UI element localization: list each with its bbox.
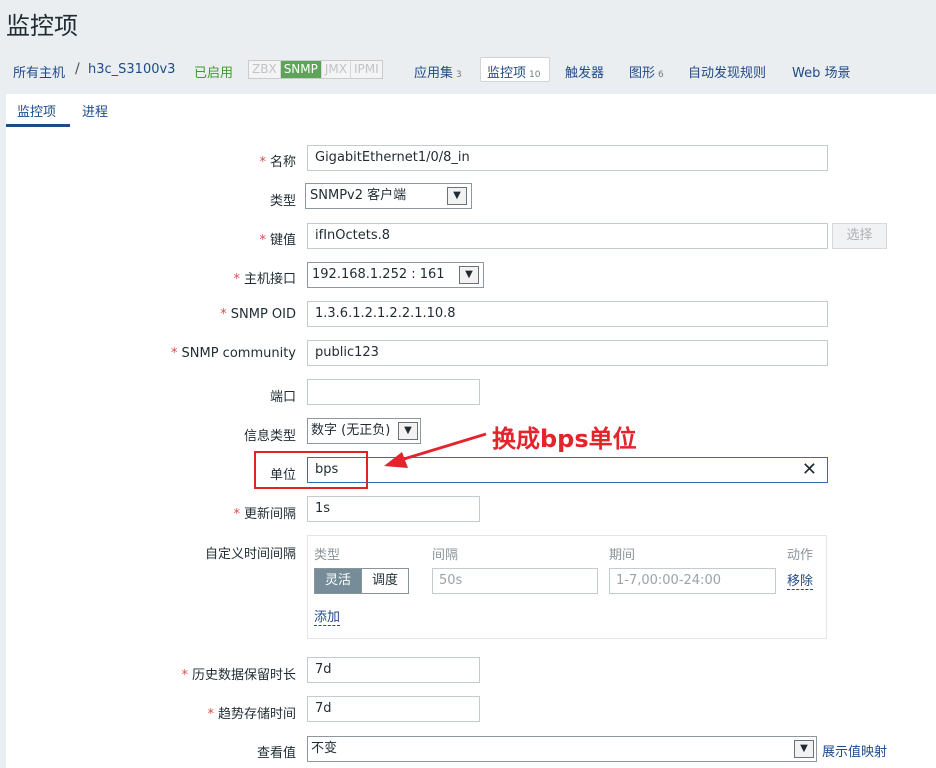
protocol-zbx: ZBX — [249, 61, 281, 78]
trends-label: * 趋势存储时间 — [207, 707, 296, 722]
add-link[interactable]: 添加 — [314, 610, 341, 626]
community-label: * SNMP community — [171, 346, 296, 361]
page-title: 监控项 — [6, 12, 78, 40]
key-input[interactable]: ifInOctets.8 — [307, 223, 828, 249]
oid-label: * SNMP OID — [220, 307, 296, 322]
active-tab-indicator — [6, 124, 70, 127]
nav-web[interactable]: Web 场景 — [792, 62, 850, 81]
nav-triggers[interactable]: 触发器 — [565, 62, 604, 81]
header-period: 期间 — [609, 548, 636, 563]
show-value-mappings-link[interactable]: 展示值映射 — [822, 741, 887, 760]
trends-input[interactable]: 7d — [307, 696, 480, 722]
type-select-value: SNMPv2 客户端 — [310, 188, 407, 203]
header-action: 动作 — [787, 548, 814, 563]
status-enabled[interactable]: 已启用 — [194, 62, 233, 81]
key-select-button[interactable]: 选择 — [832, 223, 887, 249]
annotation-text: 换成bps单位 — [492, 425, 637, 453]
valuemap-label: 查看值 — [256, 746, 296, 761]
info-type-select-value: 数字 (无正负) — [311, 423, 391, 438]
protocol-ipmi: IPMI — [354, 62, 379, 76]
period-input[interactable]: 1-7,00:00-24:00 — [609, 568, 776, 594]
interface-select[interactable]: 192.168.1.252 : 161 ▼ — [307, 262, 484, 288]
name-label: * 名称 — [259, 155, 296, 170]
valuemap-select-value: 不变 — [311, 741, 338, 756]
chevron-down-icon: ▼ — [794, 740, 814, 758]
breadcrumb-all-hosts[interactable]: 所有主机 — [13, 62, 65, 81]
nav-graphs[interactable]: 图形 6 — [629, 62, 664, 81]
community-input[interactable]: public123 — [307, 340, 828, 366]
protocol-snmp: SNMP — [280, 61, 322, 78]
interval-type-toggle: 灵活 调度 — [314, 568, 410, 594]
scheduling-button[interactable]: 调度 — [361, 569, 409, 593]
history-input[interactable]: 7d — [307, 657, 480, 683]
type-select[interactable]: SNMPv2 客户端 ▼ — [305, 183, 472, 209]
type-label: 类型 — [269, 194, 296, 209]
custom-intervals-table: 类型 间隔 期间 动作 灵活 调度 50s 1-7,00:00-24:00 移除… — [307, 535, 827, 639]
nav-applications[interactable]: 应用集 3 — [414, 62, 462, 81]
port-label: 端口 — [269, 390, 296, 405]
oid-input[interactable]: 1.3.6.1.2.1.2.2.1.10.8 — [307, 301, 828, 327]
nav-items[interactable]: 监控项 10 — [487, 62, 540, 81]
flexible-button[interactable]: 灵活 — [315, 569, 362, 593]
chevron-down-icon: ▼ — [459, 266, 479, 284]
breadcrumb-separator: / — [75, 61, 80, 77]
annotation-highlight-box — [254, 451, 368, 489]
valuemap-select[interactable]: 不变 ▼ — [307, 736, 817, 762]
name-input[interactable]: GigabitEthernet1/0/8_in — [307, 145, 828, 171]
interface-select-value: 192.168.1.252 : 161 — [312, 267, 445, 282]
custom-intervals-label: 自定义时间间隔 — [204, 547, 296, 562]
protocol-availability: ZBX SNMP JMX IPMI — [248, 60, 383, 79]
key-label: * 键值 — [259, 233, 296, 248]
clear-icon[interactable]: ✕ — [802, 459, 817, 481]
info-type-label: 信息类型 — [243, 429, 296, 444]
interval-input[interactable]: 50s — [432, 568, 598, 594]
history-label: * 历史数据保留时长 — [181, 668, 296, 683]
annotation-arrow — [384, 432, 487, 468]
form-tabs: 监控项 进程 — [6, 94, 936, 129]
breadcrumb-host[interactable]: h3c_S3100v3 — [88, 62, 175, 77]
port-input[interactable] — [307, 379, 480, 405]
header-interval: 间隔 — [432, 548, 459, 563]
nav-discovery[interactable]: 自动发现规则 — [688, 62, 766, 81]
header-type: 类型 — [314, 548, 341, 563]
chevron-down-icon: ▼ — [447, 187, 467, 205]
remove-link[interactable]: 移除 — [787, 574, 814, 590]
update-interval-input[interactable]: 1s — [307, 496, 480, 522]
update-interval-label: * 更新间隔 — [233, 507, 296, 522]
protocol-jmx: JMX — [322, 61, 351, 78]
tab-preprocessing[interactable]: 进程 — [82, 101, 108, 120]
tab-items[interactable]: 监控项 — [17, 101, 56, 120]
interface-label: * 主机接口 — [233, 272, 296, 287]
breadcrumb: 所有主机 / h3c_S3100v3 已启用 ZBX SNMP JMX IPMI… — [0, 57, 936, 85]
